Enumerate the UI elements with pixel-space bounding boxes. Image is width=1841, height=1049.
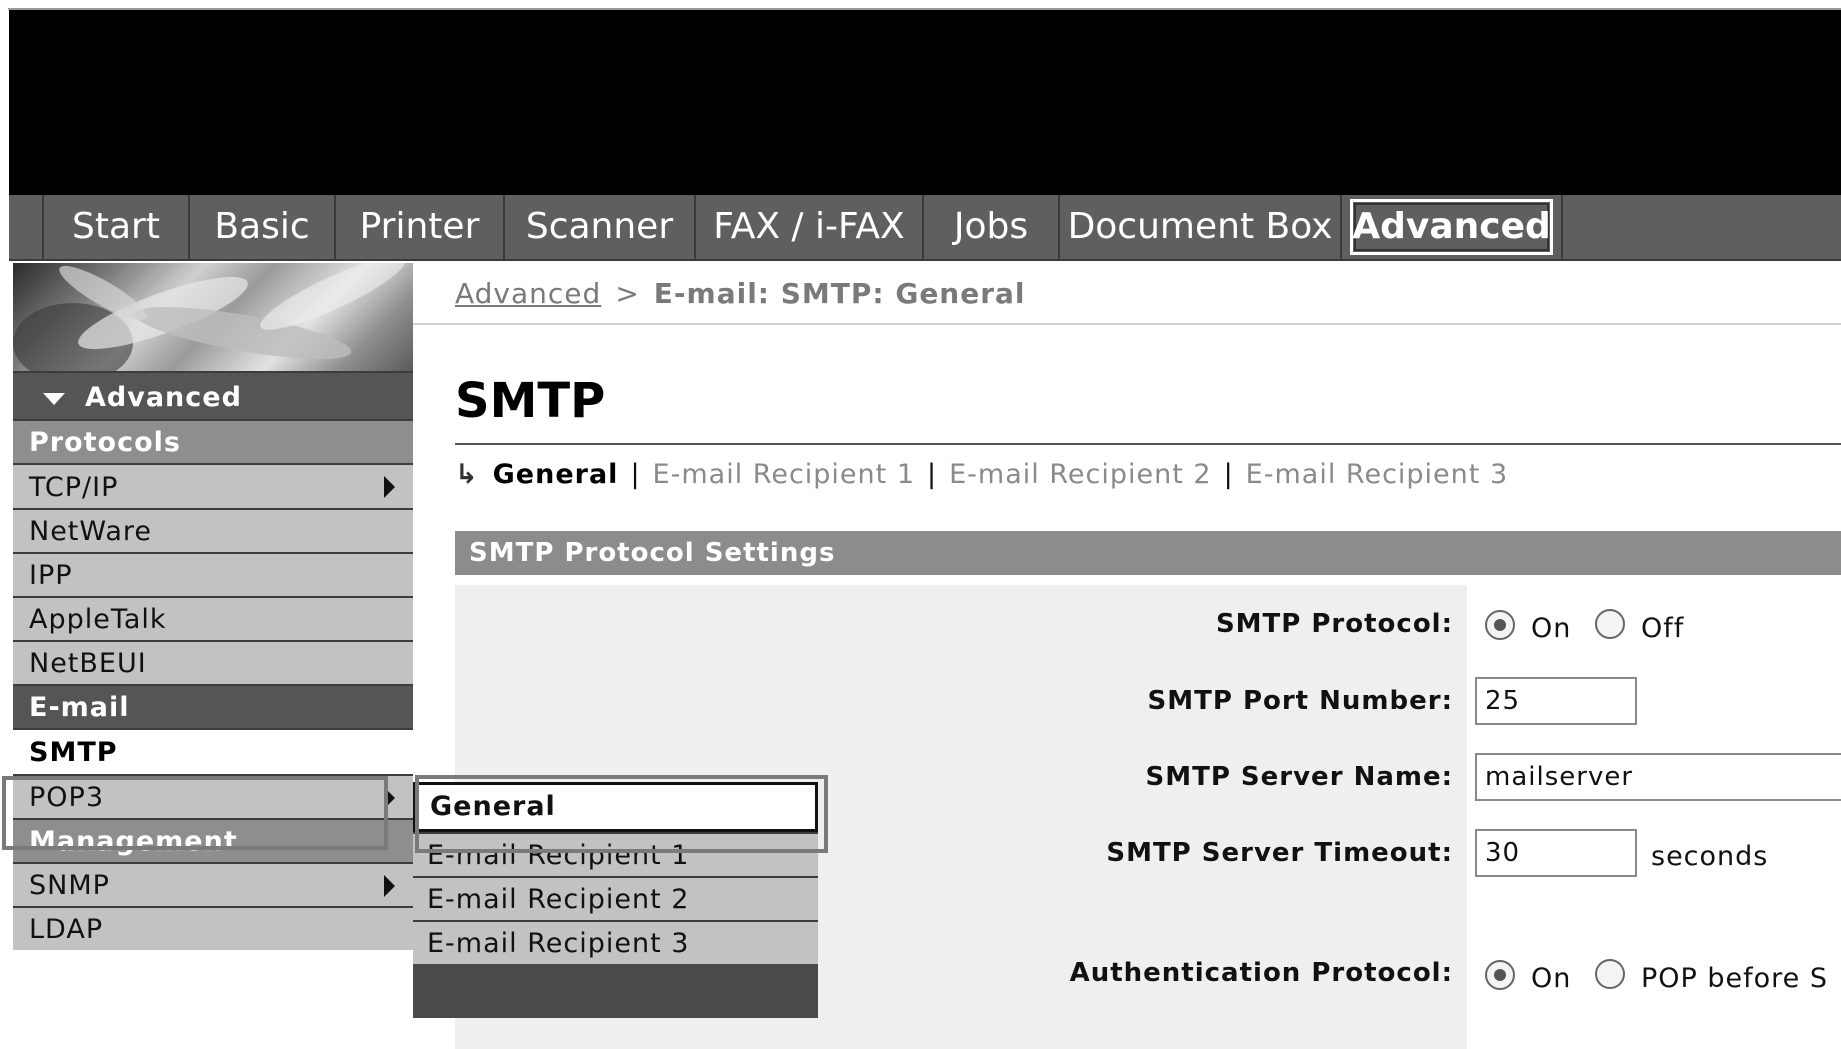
page-title: SMTP xyxy=(455,373,606,429)
tab-document-box[interactable]: Document Box xyxy=(1058,195,1340,259)
auth-on-label: On xyxy=(1531,963,1572,994)
sidebar-item-label: TCP/IP xyxy=(29,472,119,503)
sidebar-category-protocols: Protocols xyxy=(13,419,413,463)
breadcrumb: Advanced > E-mail: SMTP: General xyxy=(455,277,1026,310)
header-banner xyxy=(9,10,1841,195)
sidebar-item-label: SNMP xyxy=(29,870,110,901)
sidebar-item-ipp[interactable]: IPP xyxy=(13,552,413,596)
breadcrumb-link-advanced[interactable]: Advanced xyxy=(455,277,601,310)
subtab-recipient-2[interactable]: E-mail Recipient 2 xyxy=(949,459,1211,490)
subtab-separator: | xyxy=(1223,459,1234,490)
subtab-recipient-1[interactable]: E-mail Recipient 1 xyxy=(653,459,915,490)
section-header: SMTP Protocol Settings xyxy=(455,531,1841,575)
tab-scanner[interactable]: Scanner xyxy=(503,195,694,259)
submenu-item-recipient-1[interactable]: E-mail Recipient 1 xyxy=(413,832,818,876)
sidebar-header-advanced[interactable]: Advanced xyxy=(13,371,413,419)
tab-advanced-label: Advanced xyxy=(1352,206,1551,247)
breadcrumb-separator: > xyxy=(615,277,640,310)
sidebar-item-ldap[interactable]: LDAP xyxy=(13,906,413,950)
smtp-protocol-off-label: Off xyxy=(1641,613,1685,644)
breadcrumb-current: E-mail: SMTP: General xyxy=(653,277,1026,310)
chevron-right-icon xyxy=(384,875,395,897)
timeout-unit: seconds xyxy=(1651,841,1769,872)
sidebar-item-pop3[interactable]: POP3 xyxy=(13,774,413,818)
subtab-general[interactable]: General xyxy=(493,459,619,490)
return-arrow-icon: ↳ xyxy=(455,459,479,490)
auth-pop-before-label: POP before S xyxy=(1641,963,1829,994)
smtp-submenu: General E-mail Recipient 1 E-mail Recipi… xyxy=(413,782,818,1018)
subtab-separator: | xyxy=(630,459,641,490)
submenu-item-recipient-3[interactable]: E-mail Recipient 3 xyxy=(413,920,818,964)
smtp-timeout-input[interactable] xyxy=(1475,829,1637,877)
submenu-item-recipient-2[interactable]: E-mail Recipient 2 xyxy=(413,876,818,920)
sidebar-photo xyxy=(13,263,413,371)
sidebar-item-tcpip[interactable]: TCP/IP xyxy=(13,463,413,508)
breadcrumb-divider xyxy=(413,323,1841,325)
sidebar-item-label: SMTP xyxy=(29,737,118,768)
sidebar-category-management: Management xyxy=(13,818,413,862)
sidebar-item-smtp[interactable]: SMTP xyxy=(13,728,413,774)
chevron-right-icon xyxy=(384,787,395,809)
top-navigation: Start Basic Printer Scanner FAX / i-FAX … xyxy=(9,195,1841,261)
subtab-bar: ↳ General | E-mail Recipient 1 | E-mail Recip… xyxy=(455,459,1508,490)
title-divider xyxy=(455,443,1841,445)
tab-jobs[interactable]: Jobs xyxy=(922,195,1058,259)
smtp-port-input[interactable] xyxy=(1475,677,1637,725)
smtp-protocol-label: SMTP Protocol: xyxy=(1215,609,1453,639)
sidebar-item-label: POP3 xyxy=(29,782,104,813)
subtab-separator: | xyxy=(927,459,938,490)
smtp-protocol-off-radio[interactable] xyxy=(1595,609,1625,639)
smtp-port-label: SMTP Port Number: xyxy=(1147,686,1453,716)
sidebar-item-snmp[interactable]: SNMP xyxy=(13,862,413,906)
sidebar-item-netware[interactable]: NetWare xyxy=(13,508,413,552)
chevron-down-icon xyxy=(43,392,65,405)
smtp-protocol-on-radio[interactable] xyxy=(1485,610,1515,640)
sidebar-item-appletalk[interactable]: AppleTalk xyxy=(13,596,413,640)
nav-spacer-right xyxy=(1561,195,1841,259)
auth-pop-before-radio[interactable] xyxy=(1595,959,1625,989)
tab-printer[interactable]: Printer xyxy=(334,195,503,259)
browser-page: Start Basic Printer Scanner FAX / i-FAX … xyxy=(0,0,1841,1049)
subtab-recipient-3[interactable]: E-mail Recipient 3 xyxy=(1246,459,1508,490)
auth-on-radio[interactable] xyxy=(1485,960,1515,990)
sidebar-category-email: E-mail xyxy=(13,684,413,728)
tab-advanced[interactable]: Advanced xyxy=(1340,195,1561,259)
submenu-item-general[interactable]: General xyxy=(413,782,818,832)
sidebar: Advanced Protocols TCP/IP NetWare IPP Ap… xyxy=(9,263,413,1049)
smtp-protocol-on-label: On xyxy=(1531,613,1572,644)
tab-fax[interactable]: FAX / i-FAX xyxy=(694,195,922,259)
sidebar-item-netbeui[interactable]: NetBEUI xyxy=(13,640,413,684)
sidebar-header-label: Advanced xyxy=(85,382,242,413)
tab-start[interactable]: Start xyxy=(42,195,188,259)
chevron-right-icon xyxy=(384,476,395,498)
tab-basic[interactable]: Basic xyxy=(188,195,334,259)
smtp-server-name-input[interactable] xyxy=(1475,753,1841,801)
